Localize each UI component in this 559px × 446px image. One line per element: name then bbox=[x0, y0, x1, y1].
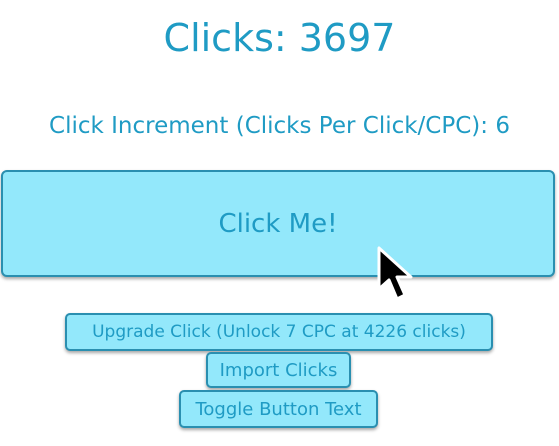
click-me-button[interactable]: Click Me! bbox=[1, 170, 555, 277]
upgrade-click-label: Upgrade Click (Unlock 7 CPC at 4226 clic… bbox=[92, 322, 466, 342]
mouse-pointer-icon bbox=[377, 246, 413, 301]
cpc-info: Click Increment (Clicks Per Click/CPC): … bbox=[49, 113, 510, 139]
clicks-counter: Clicks: 3697 bbox=[163, 16, 396, 60]
toggle-button-text-button[interactable]: Toggle Button Text bbox=[179, 390, 378, 428]
upgrade-click-button[interactable]: Upgrade Click (Unlock 7 CPC at 4226 clic… bbox=[65, 313, 493, 351]
import-clicks-button[interactable]: Import Clicks bbox=[206, 352, 351, 388]
click-me-label: Click Me! bbox=[218, 208, 338, 239]
import-clicks-label: Import Clicks bbox=[219, 359, 338, 381]
toggle-button-text-label: Toggle Button Text bbox=[195, 398, 362, 420]
